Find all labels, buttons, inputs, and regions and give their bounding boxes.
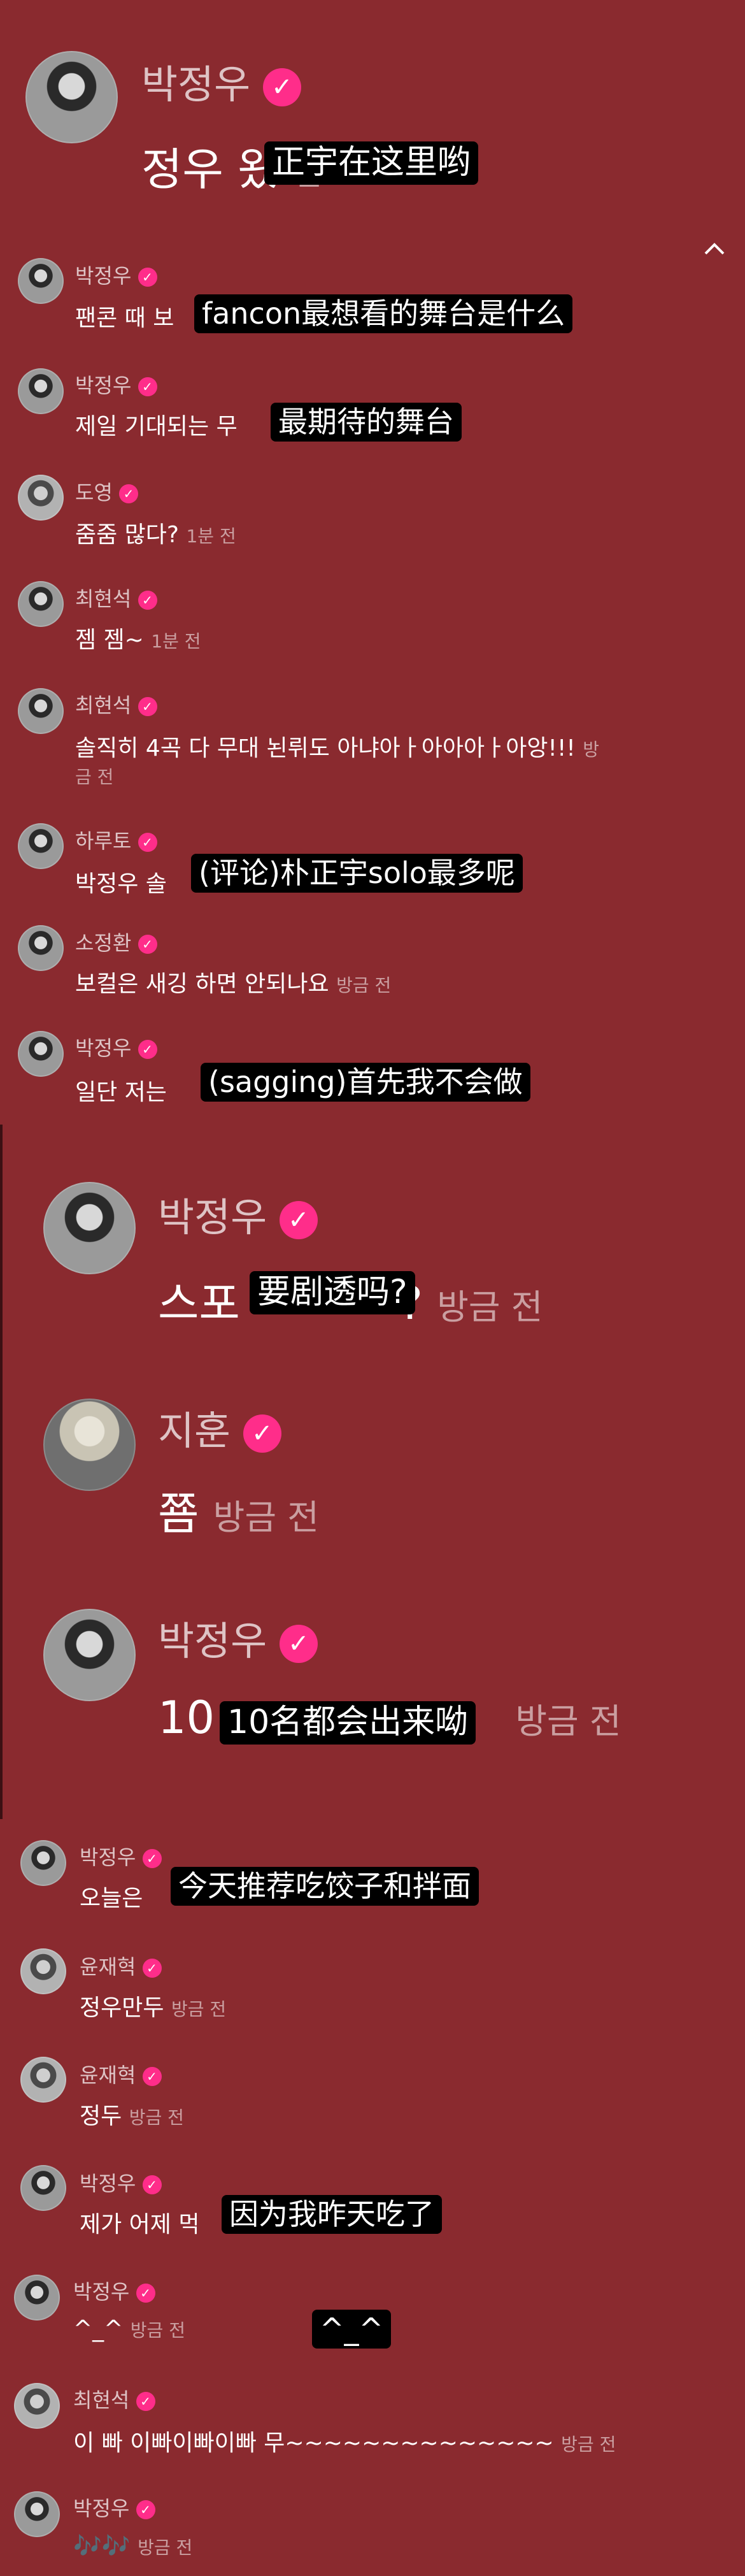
translation-subtitle: (sagging)首先我不会做: [201, 1063, 530, 1102]
translation-subtitle: (评论)朴正宇solo最多呢: [191, 854, 523, 893]
avatar[interactable]: [18, 823, 64, 869]
comment-time: 1분 전: [151, 631, 201, 652]
avatar[interactable]: [20, 2057, 66, 2103]
verified-check-icon: ✓: [262, 68, 301, 106]
comment-time: 금 전: [75, 766, 114, 788]
verified-check-icon: ✓: [279, 1624, 318, 1663]
chevron-up-icon[interactable]: [702, 236, 727, 261]
comment-text: 제가 어제 먹: [80, 2212, 200, 2238]
avatar[interactable]: [18, 368, 64, 414]
username[interactable]: 도영 ✓: [75, 477, 139, 506]
comment-time: 방금 전: [129, 2107, 184, 2128]
comment-time: 방금 전: [171, 1999, 227, 2020]
translation-subtitle: 最期待的舞台: [271, 403, 462, 442]
username[interactable]: 하루토 ✓: [75, 825, 157, 854]
comment-text: 쬼 방금 전: [158, 1488, 319, 1540]
comment-text: 팬콘 때 보: [75, 305, 174, 331]
comment-text: 박정우 솔: [75, 871, 167, 897]
username[interactable]: 박정우 ✓: [75, 260, 157, 289]
username[interactable]: 지훈 ✓: [158, 1399, 281, 1456]
verified-check-icon: ✓: [142, 2067, 162, 2086]
avatar[interactable]: [20, 1840, 66, 1886]
verified-check-icon: ✓: [138, 268, 157, 287]
verified-check-icon: ✓: [138, 591, 157, 610]
verified-check-icon: ✓: [138, 935, 157, 954]
comment-text: 🎶🎶 방금 전: [73, 2533, 193, 2559]
comment-text: 정두 방금 전: [80, 2103, 184, 2129]
avatar[interactable]: [18, 688, 64, 734]
verified-check-icon: ✓: [136, 2500, 155, 2519]
avatar[interactable]: [20, 2165, 66, 2211]
comment-text: 오늘은: [80, 1885, 143, 1911]
comment-text: 일단 저는: [75, 1079, 167, 1105]
comment-time: 방금 전: [437, 1287, 543, 1327]
username[interactable]: 박정우 ✓: [158, 1609, 318, 1666]
username[interactable]: 박정우 ✓: [75, 370, 157, 399]
verified-check-icon: ✓: [136, 2392, 155, 2411]
comment-text: 정우만두 방금 전: [80, 1995, 227, 2021]
comment-text: 줌줌 많다? 1분 전: [75, 522, 236, 548]
username[interactable]: 최현석 ✓: [75, 583, 157, 612]
comment-time: 1분 전: [186, 526, 236, 547]
verified-check-icon: ✓: [119, 484, 139, 503]
translation-subtitle: 今天推荐吃饺子和拌面: [171, 1867, 479, 1906]
username[interactable]: 박정우 ✓: [141, 52, 301, 110]
avatar[interactable]: [18, 1031, 64, 1077]
avatar[interactable]: [14, 2491, 60, 2537]
comment-text: 젬 젬~ 1분 전: [75, 627, 201, 653]
avatar[interactable]: [43, 1399, 136, 1491]
username[interactable]: 최현석 ✓: [75, 689, 157, 719]
comment-time: 방금 전: [515, 1701, 621, 1741]
comment-time: 방금 전: [213, 1497, 319, 1537]
section-divider: [0, 1125, 3, 1819]
username[interactable]: 윤재혁 ✓: [80, 2059, 162, 2089]
username[interactable]: 윤재혁 ✓: [80, 1951, 162, 1980]
comment-time: 방: [583, 739, 600, 760]
username[interactable]: 소정환 ✓: [75, 927, 157, 956]
comment-text: ^_^ 방금 전: [73, 2316, 185, 2342]
verified-check-icon: ✓: [138, 377, 157, 396]
translation-subtitle: 10名都会出来呦: [220, 1701, 476, 1745]
avatar[interactable]: [14, 2275, 60, 2321]
username[interactable]: 최현석 ✓: [73, 2384, 155, 2414]
comment-text: 솔직히 4곡 다 무대 뇐뤼도 아냐아ㅏ아아아ㅏ아앙!!! 방: [75, 735, 600, 761]
comment-time: 방금 전: [130, 2320, 185, 2341]
avatar[interactable]: [18, 475, 64, 521]
avatar[interactable]: [14, 2383, 60, 2429]
username[interactable]: 박정우 ✓: [73, 2276, 155, 2305]
translation-subtitle: fancon最想看的舞台是什么: [194, 294, 573, 333]
verified-check-icon: ✓: [142, 1849, 162, 1868]
translation-subtitle: 要剧透吗?: [250, 1271, 415, 1314]
comment-time: 방금 전: [561, 2434, 616, 2455]
translation-subtitle: 正宇在这里哟: [264, 141, 479, 185]
avatar[interactable]: [18, 258, 64, 304]
username[interactable]: 박정우 ✓: [158, 1185, 318, 1242]
verified-check-icon: ✓: [142, 1959, 162, 1978]
comment-text: 보컬은 새깅 하면 안되나요 방금 전: [75, 971, 392, 997]
verified-check-icon: ✓: [138, 1040, 157, 1059]
comment-time: 방금 전: [138, 2537, 193, 2558]
username[interactable]: 박정우 ✓: [73, 2493, 155, 2522]
comment-text: 제일 기대되는 무: [75, 414, 238, 440]
comment-time: 방금 전: [336, 975, 392, 996]
verified-check-icon: ✓: [243, 1414, 281, 1453]
avatar[interactable]: [20, 1948, 66, 1994]
verified-check-icon: ✓: [138, 833, 157, 852]
avatar[interactable]: [18, 925, 64, 971]
translation-subtitle: 因为我昨天吃了: [222, 2195, 442, 2234]
avatar[interactable]: [18, 581, 64, 627]
verified-check-icon: ✓: [138, 697, 157, 716]
verified-check-icon: ✓: [279, 1200, 318, 1239]
verified-check-icon: ✓: [136, 2284, 155, 2303]
username[interactable]: 박정우 ✓: [80, 1841, 162, 1871]
verified-check-icon: ✓: [142, 2175, 162, 2194]
username[interactable]: 박정우 ✓: [75, 1032, 157, 1061]
username[interactable]: 박정우 ✓: [80, 2168, 162, 2197]
translation-subtitle: ^_^: [312, 2310, 392, 2349]
avatar[interactable]: [25, 51, 118, 143]
comment-text: 이 빠 이빠이빠이빠 무~~~~~~~~~~~~~~ 방금 전: [73, 2430, 616, 2456]
avatar[interactable]: [43, 1182, 136, 1274]
avatar[interactable]: [43, 1609, 136, 1701]
